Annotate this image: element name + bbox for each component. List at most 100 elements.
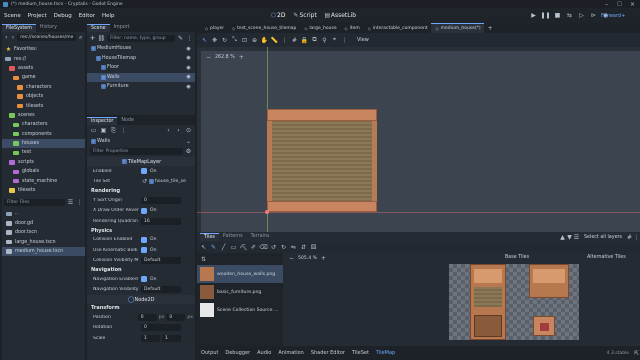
picker-tool-icon[interactable]: ✐ xyxy=(250,244,257,251)
remote-debug-icon[interactable]: ⇆ xyxy=(566,12,573,19)
tile-source-item[interactable]: basic_furniture.png xyxy=(197,283,283,301)
zoom-out-icon[interactable]: − xyxy=(205,54,212,61)
camera-icon[interactable]: ⌖ xyxy=(331,36,338,44)
object-properties-icon[interactable]: ⌄ xyxy=(185,138,192,145)
bottom-panel-tab[interactable]: TileSet xyxy=(352,350,369,356)
attach-script-icon[interactable]: ✎ xyxy=(177,35,184,42)
vector-y-field[interactable]: 0 xyxy=(166,313,186,321)
resource-options-icon[interactable]: ⋮ xyxy=(120,127,127,134)
forward-icon[interactable]: › xyxy=(11,34,16,41)
bottom-panel-tab[interactable]: Debugger xyxy=(225,350,250,356)
visibility-eye-icon[interactable]: ◉ xyxy=(185,64,192,71)
options-icon[interactable]: ⋮ xyxy=(76,199,83,206)
selectable-mode-icon[interactable]: ⊡ xyxy=(241,37,248,44)
ruler-icon[interactable]: 📏 xyxy=(271,37,278,44)
section-transform[interactable]: Transform xyxy=(87,304,195,312)
back-icon[interactable]: ‹ xyxy=(4,34,9,41)
scene-node[interactable]: ▦ MediumHouse ◉ xyxy=(87,44,195,54)
editor-scene-tab[interactable]: ◇ large_house xyxy=(299,23,339,33)
property-field[interactable]: Default xyxy=(141,257,181,265)
editor-scene-tab[interactable]: ◇ item xyxy=(340,23,363,33)
pivot-icon[interactable]: ⊕ xyxy=(251,37,258,44)
rect-tool-icon[interactable]: ▭ xyxy=(230,244,237,251)
bottom-panel-tab[interactable]: TileMap xyxy=(376,350,395,356)
filesystem-item[interactable]: characters xyxy=(2,120,85,129)
scene-node[interactable]: ▦ Walls ◉ xyxy=(87,72,195,82)
property-checkbox[interactable] xyxy=(141,276,147,283)
visibility-eye-icon[interactable]: ◉ xyxy=(185,55,192,62)
property-checkbox[interactable] xyxy=(141,207,147,214)
reset-icon[interactable]: ↺ xyxy=(141,178,148,185)
tile-source-item[interactable]: wooden_house_walls.png xyxy=(197,265,283,283)
renderer-selector[interactable]: Forward+ xyxy=(601,13,625,19)
atlas-zoom-level[interactable]: 505.4 % xyxy=(298,256,317,261)
layers-icon[interactable]: ☰ xyxy=(573,234,580,241)
rotate-right-icon[interactable]: ↻ xyxy=(280,244,287,251)
filesystem-item[interactable]: characters xyxy=(2,83,85,92)
play-custom-icon[interactable]: ⊳ xyxy=(590,12,597,19)
atlas-tile[interactable] xyxy=(474,269,502,283)
atlas-view[interactable] xyxy=(449,264,579,340)
file-item[interactable]: .. xyxy=(2,209,85,218)
smart-snap-icon[interactable]: ⋮ xyxy=(281,37,288,44)
scene-options-icon[interactable]: ⋮ xyxy=(186,35,193,42)
filesystem-item[interactable]: tilesets xyxy=(2,101,85,110)
select-tool-icon[interactable]: ↖ xyxy=(200,244,207,251)
instance-scene-icon[interactable]: ⛓ xyxy=(98,35,106,42)
grid-snap-icon[interactable]: # xyxy=(291,37,298,44)
editor-scene-tab[interactable]: ◇ medium_house(*) xyxy=(430,23,484,33)
save-resource-icon[interactable]: ⎘ xyxy=(110,127,117,134)
sort-icon[interactable]: ⇅ xyxy=(200,256,207,263)
add-scene-tab-icon[interactable]: + xyxy=(487,25,494,32)
filesystem-item[interactable]: test xyxy=(2,148,85,157)
minimize-icon[interactable]: – xyxy=(603,1,610,8)
atlas-wall-tiles[interactable] xyxy=(470,264,506,340)
atlas-zoom-out-icon[interactable]: − xyxy=(288,255,295,262)
filesystem-item[interactable]: assets xyxy=(2,64,85,73)
bottom-panel-tab[interactable]: Audio xyxy=(257,350,271,356)
options-dots-icon[interactable]: ⋮ xyxy=(341,37,348,44)
section-physics[interactable]: Physics xyxy=(87,227,195,235)
paint-tool-icon[interactable]: ✎ xyxy=(210,244,217,251)
search-icon[interactable]: ⌕ xyxy=(78,34,83,41)
scene-node[interactable]: ▦ Furniture ◉ xyxy=(87,82,195,92)
file-item[interactable]: medium_house.tscn xyxy=(2,246,85,257)
stop-icon[interactable]: ■ xyxy=(554,12,561,19)
scale-mode-icon[interactable]: ⤡ xyxy=(231,36,238,44)
filesystem-item[interactable]: game xyxy=(2,73,85,82)
path-field[interactable]: res://scenes/houses/me xyxy=(17,34,77,41)
atlas-roof-tiles[interactable] xyxy=(529,264,569,298)
scene-node[interactable]: ▦ Floor ◉ xyxy=(87,63,195,73)
scene-filter-input[interactable]: Filter: name, type, group xyxy=(107,34,175,42)
group-icon[interactable]: ⧉ xyxy=(311,36,318,44)
add-node-icon[interactable]: + xyxy=(89,34,96,42)
editor-scene-tab[interactable]: ◇ test_scene_house_tilemap xyxy=(227,23,299,33)
section-navigation[interactable]: Navigation xyxy=(87,266,195,274)
atlas-tile[interactable] xyxy=(474,287,502,307)
visibility-eye-icon[interactable]: ◉ xyxy=(185,83,192,90)
workspace-script-tab[interactable]: Script xyxy=(299,12,316,19)
maximize-icon[interactable]: □ xyxy=(616,1,623,8)
tab-import[interactable]: Import xyxy=(110,24,134,32)
menu-item[interactable]: Project xyxy=(28,13,47,19)
file-item[interactable]: door.gd xyxy=(2,219,85,228)
menu-item[interactable]: Scene xyxy=(4,13,21,19)
pan-mode-icon[interactable]: ✋ xyxy=(261,37,268,44)
visibility-eye-icon[interactable]: ◉ xyxy=(185,45,192,52)
bucket-tool-icon[interactable]: ⛏ xyxy=(240,244,248,251)
random-tile-icon[interactable]: ⚄ xyxy=(310,244,317,251)
property-field[interactable]: Default xyxy=(141,286,181,294)
filesystem-item[interactable]: components xyxy=(2,130,85,139)
history-list-icon[interactable]: ⊙ xyxy=(185,127,192,134)
enabled-checkbox[interactable] xyxy=(141,168,147,175)
new-resource-icon[interactable]: ▭ xyxy=(90,127,97,134)
filter-files-input[interactable]: Filter Files xyxy=(4,198,65,206)
filesystem-item[interactable]: res:// xyxy=(2,54,85,63)
filter-properties-input[interactable]: Filter Properties xyxy=(90,147,183,155)
tile-source-item[interactable]: Scene Collection Source ... xyxy=(197,301,283,319)
vector-x-field[interactable]: 0 xyxy=(137,313,157,321)
tab-node[interactable]: Node xyxy=(117,117,138,125)
filesystem-item[interactable]: scripts xyxy=(2,158,85,167)
load-resource-icon[interactable]: ▣ xyxy=(100,127,107,134)
select-mode-icon[interactable]: ↖ xyxy=(201,37,208,44)
